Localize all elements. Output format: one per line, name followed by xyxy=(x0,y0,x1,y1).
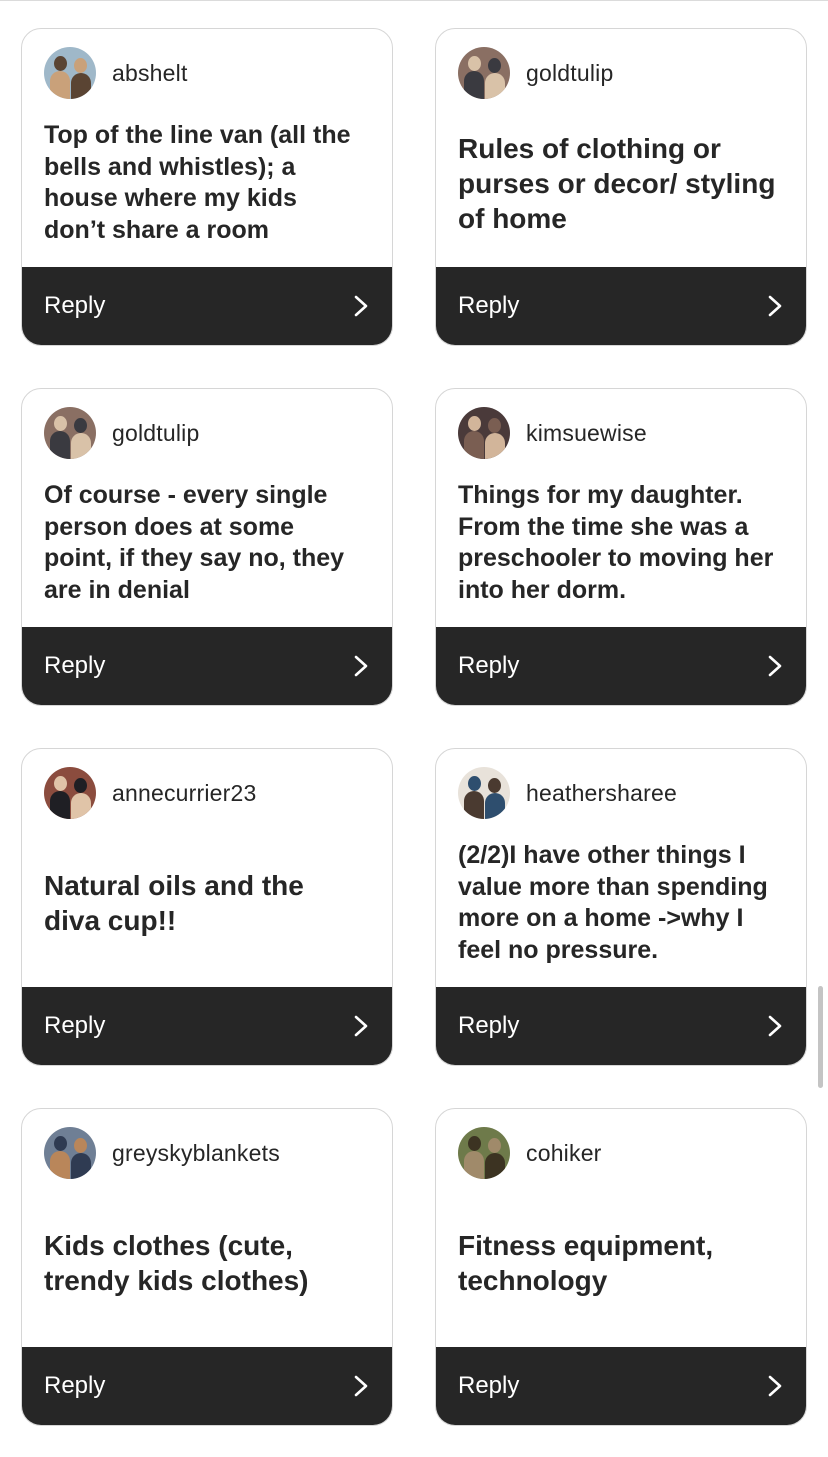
scrollbar[interactable] xyxy=(818,986,823,1088)
comment-card-goldtulip: goldtulip Of course - every single perso… xyxy=(21,388,393,706)
comment-wrap: Rules of clothing or purses or decor/ st… xyxy=(458,99,784,267)
avatar-annecurrier23[interactable] xyxy=(44,767,96,819)
comment-card-abshelt: abshelt Top of the line van (all the bel… xyxy=(21,28,393,346)
reply-button[interactable]: Reply xyxy=(22,627,392,705)
top-divider xyxy=(0,0,828,1)
chevron-right-icon xyxy=(354,1015,368,1037)
chevron-right-icon xyxy=(768,1375,782,1397)
comment-text: Things for my daughter. From the time sh… xyxy=(458,481,774,604)
user-row: goldtulip xyxy=(458,47,784,99)
comment-wrap: Fitness equipment, technology xyxy=(458,1179,784,1347)
username[interactable]: heathersharee xyxy=(526,780,677,807)
chevron-right-icon xyxy=(354,1375,368,1397)
reply-button[interactable]: Reply xyxy=(436,267,806,345)
reply-button[interactable]: Reply xyxy=(436,627,806,705)
reply-label: Reply xyxy=(458,292,520,319)
card-body: goldtulip Of course - every single perso… xyxy=(22,389,392,627)
card-body: heathersharee (2/2)I have other things I… xyxy=(436,749,806,987)
card-body: kimsuewise Things for my daughter. From … xyxy=(436,389,806,627)
chevron-right-icon xyxy=(768,295,782,317)
reply-label: Reply xyxy=(44,292,106,319)
card-body: greyskyblankets Kids clothes (cute, tren… xyxy=(22,1109,392,1347)
comment-text: Kids clothes (cute, trendy kids clothes) xyxy=(44,1230,309,1296)
comment-text: Of course - every single person does at … xyxy=(44,481,345,604)
username[interactable]: cohiker xyxy=(526,1140,602,1167)
reply-button[interactable]: Reply xyxy=(22,1347,392,1425)
comment-text: (2/2)I have other things I value more th… xyxy=(458,841,768,964)
comment-wrap: Kids clothes (cute, trendy kids clothes) xyxy=(44,1179,370,1347)
chevron-right-icon xyxy=(768,655,782,677)
username[interactable]: abshelt xyxy=(112,60,188,87)
user-row: annecurrier23 xyxy=(44,767,370,819)
user-row: cohiker xyxy=(458,1127,784,1179)
chevron-right-icon xyxy=(768,1015,782,1037)
reply-card-grid: abshelt Top of the line van (all the bel… xyxy=(21,28,807,1426)
reply-label: Reply xyxy=(44,1372,106,1399)
username[interactable]: kimsuewise xyxy=(526,420,647,447)
avatar-cohiker[interactable] xyxy=(458,1127,510,1179)
comment-card-annecurrier23: annecurrier23 Natural oils and the diva … xyxy=(21,748,393,1066)
chevron-right-icon xyxy=(354,655,368,677)
card-body: cohiker Fitness equipment, technology xyxy=(436,1109,806,1347)
comment-text: Top of the line van (all the bells and w… xyxy=(44,121,351,244)
avatar-goldtulip[interactable] xyxy=(44,407,96,459)
comment-card-greyskyblankets: greyskyblankets Kids clothes (cute, tren… xyxy=(21,1108,393,1426)
reply-button[interactable]: Reply xyxy=(22,267,392,345)
reply-label: Reply xyxy=(458,1372,520,1399)
chevron-right-icon xyxy=(354,295,368,317)
reply-button[interactable]: Reply xyxy=(436,1347,806,1425)
user-row: heathersharee xyxy=(458,767,784,819)
reply-label: Reply xyxy=(44,652,106,679)
comment-wrap: Top of the line van (all the bells and w… xyxy=(44,99,370,267)
comment-text: Rules of clothing or purses or decor/ st… xyxy=(458,132,776,234)
user-row: greyskyblankets xyxy=(44,1127,370,1179)
comment-text: Fitness equipment, technology xyxy=(458,1230,714,1296)
comment-text: Natural oils and the diva cup!! xyxy=(44,870,304,936)
comment-card-heathersharee: heathersharee (2/2)I have other things I… xyxy=(435,748,807,1066)
reply-label: Reply xyxy=(44,1012,106,1039)
comment-wrap: Things for my daughter. From the time sh… xyxy=(458,459,784,627)
user-row: goldtulip xyxy=(44,407,370,459)
avatar-kimsuewise[interactable] xyxy=(458,407,510,459)
comment-wrap: Natural oils and the diva cup!! xyxy=(44,819,370,987)
card-body: annecurrier23 Natural oils and the diva … xyxy=(22,749,392,987)
avatar-abshelt[interactable] xyxy=(44,47,96,99)
comment-wrap: (2/2)I have other things I value more th… xyxy=(458,819,784,987)
card-body: abshelt Top of the line van (all the bel… xyxy=(22,29,392,267)
user-row: kimsuewise xyxy=(458,407,784,459)
avatar-goldtulip[interactable] xyxy=(458,47,510,99)
comment-card-goldtulip: goldtulip Rules of clothing or purses or… xyxy=(435,28,807,346)
reply-button[interactable]: Reply xyxy=(22,987,392,1065)
reply-button[interactable]: Reply xyxy=(436,987,806,1065)
avatar-heathersharee[interactable] xyxy=(458,767,510,819)
card-body: goldtulip Rules of clothing or purses or… xyxy=(436,29,806,267)
comment-card-cohiker: cohiker Fitness equipment, technology Re… xyxy=(435,1108,807,1426)
avatar-greyskyblankets[interactable] xyxy=(44,1127,96,1179)
comment-wrap: Of course - every single person does at … xyxy=(44,459,370,627)
username[interactable]: goldtulip xyxy=(526,60,613,87)
reply-label: Reply xyxy=(458,1012,520,1039)
username[interactable]: greyskyblankets xyxy=(112,1140,280,1167)
reply-label: Reply xyxy=(458,652,520,679)
username[interactable]: goldtulip xyxy=(112,420,199,447)
comment-card-kimsuewise: kimsuewise Things for my daughter. From … xyxy=(435,388,807,706)
user-row: abshelt xyxy=(44,47,370,99)
username[interactable]: annecurrier23 xyxy=(112,780,257,807)
